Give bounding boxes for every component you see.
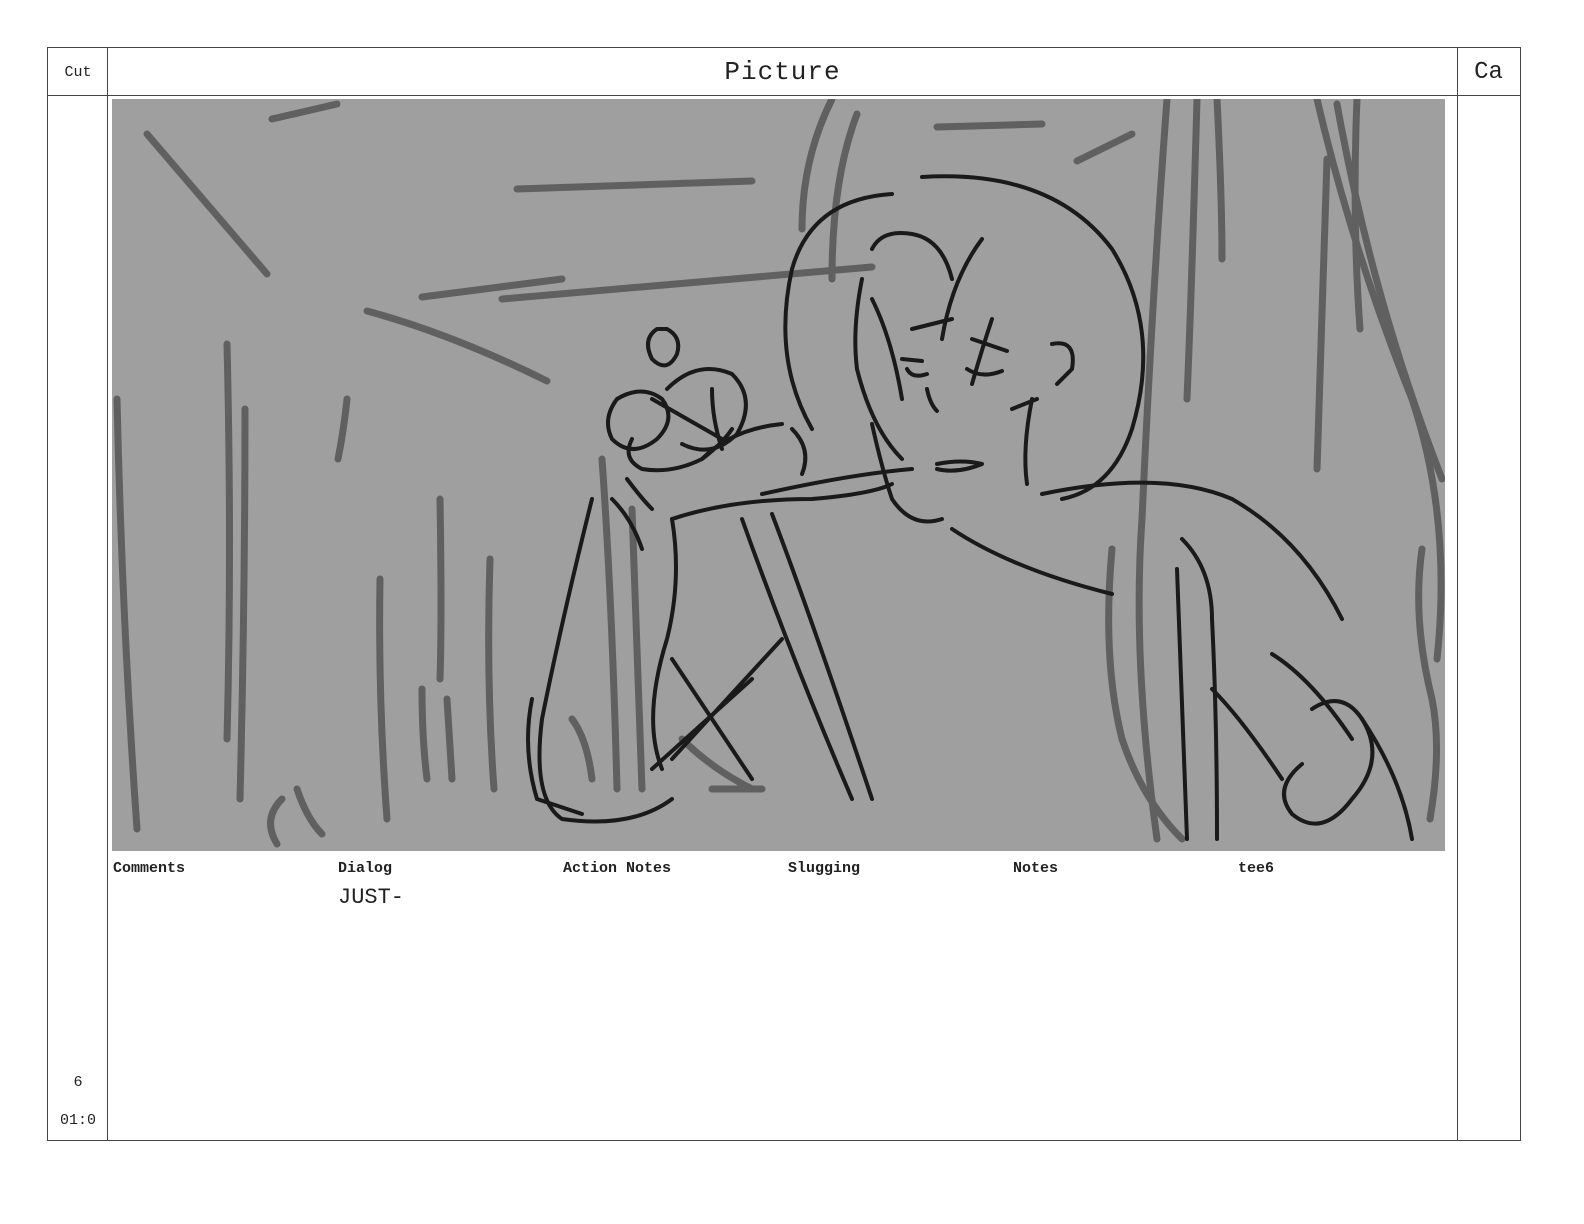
dialog-label: Dialog bbox=[338, 860, 393, 877]
slugging-field: Slugging bbox=[788, 860, 1008, 885]
cut-header: Cut bbox=[64, 63, 92, 81]
action-notes-field: Action Notes bbox=[563, 860, 783, 885]
storyboard-sheet: Cut Picture Ca Comments Dialog JUST- Act… bbox=[47, 47, 1521, 1141]
dialog-field: Dialog JUST- bbox=[338, 860, 558, 910]
action-notes-label: Action Notes bbox=[563, 860, 672, 877]
background-strokes bbox=[113, 99, 1445, 848]
tee6-field: tee6 bbox=[1238, 860, 1458, 885]
camera-column-divider bbox=[1457, 48, 1458, 1140]
camera-header: Ca bbox=[1474, 58, 1503, 86]
notes-field: Notes bbox=[1013, 860, 1233, 885]
storyboard-panel-sketch bbox=[112, 99, 1445, 851]
comments-field: Comments bbox=[113, 860, 333, 885]
dialog-value: JUST- bbox=[338, 885, 405, 910]
cut-time: 01:0 bbox=[59, 1112, 96, 1129]
sketch-drawing bbox=[113, 99, 1445, 848]
notes-label: Notes bbox=[1013, 860, 1059, 877]
slugging-label: Slugging bbox=[788, 860, 861, 877]
cut-column-divider bbox=[107, 48, 108, 1140]
cut-number: 6 bbox=[73, 1074, 83, 1091]
picture-header: Picture bbox=[724, 57, 841, 87]
tee6-label: tee6 bbox=[1238, 860, 1275, 877]
character-linework bbox=[526, 174, 1414, 841]
panel-fields: Comments Dialog JUST- Action Notes Slugg… bbox=[113, 860, 1463, 940]
comments-label: Comments bbox=[113, 860, 186, 877]
